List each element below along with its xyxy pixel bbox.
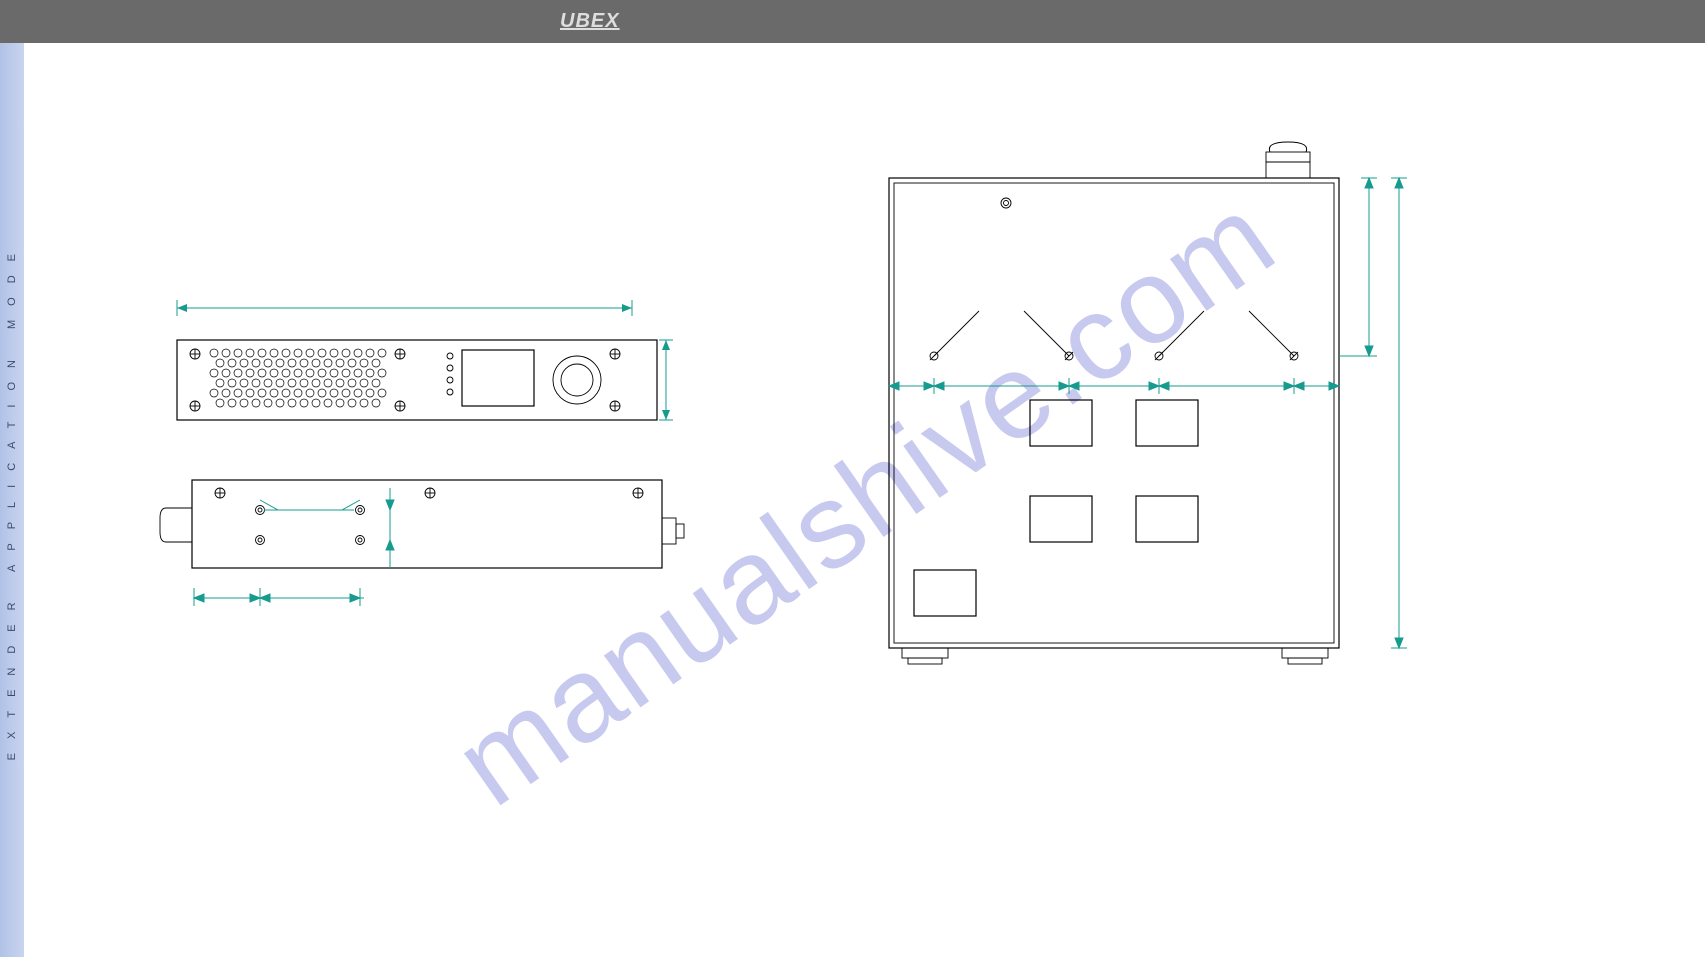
left-drawings-group bbox=[154, 298, 714, 663]
side-label-text: EXTENDER APPLICATION MODE bbox=[6, 240, 18, 760]
top-header-bar: UBEX bbox=[0, 0, 1705, 43]
top-view-drawing bbox=[884, 138, 1444, 703]
page-body: manualshive.com bbox=[24, 43, 1705, 957]
side-label-strip: EXTENDER APPLICATION MODE bbox=[0, 43, 24, 957]
brand-label: UBEX bbox=[560, 10, 620, 33]
